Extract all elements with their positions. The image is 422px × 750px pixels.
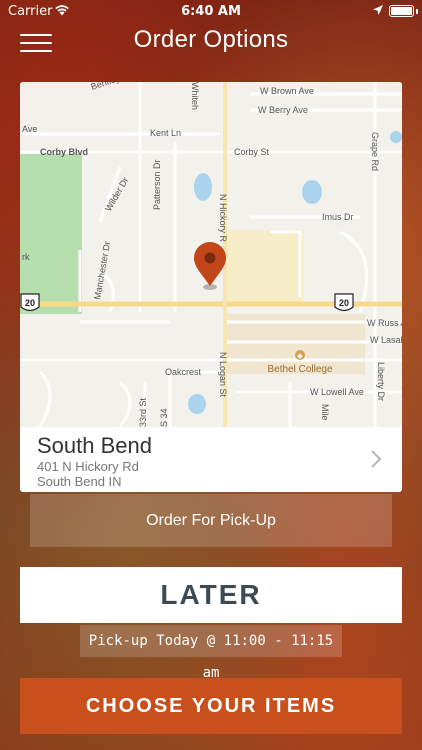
battery-icon <box>389 5 414 17</box>
store-location-row[interactable]: South Bend 401 N Hickory Rd South Bend I… <box>20 427 402 492</box>
street-n-logan-label: N Logan St <box>218 352 228 398</box>
svg-text:◆: ◆ <box>297 352 303 360</box>
street-corby-st-label: Corby St <box>234 147 270 157</box>
street-whitehall-label: Whiteh <box>190 82 200 110</box>
street-34th-label: S 34 <box>159 408 169 427</box>
street-ave-label: Ave <box>22 124 37 134</box>
route-20-right-label: 20 <box>339 298 349 308</box>
map-canvas[interactable]: Bentley Ln W Brown Ave W Berry Ave Kent … <box>20 82 402 427</box>
street-kent-label: Kent Ln <box>150 128 181 138</box>
later-button[interactable]: LATER <box>20 567 402 623</box>
street-w-lasal-label: W Lasal <box>370 335 402 345</box>
choose-your-items-button[interactable]: CHOOSE YOUR ITEMS <box>20 678 402 734</box>
street-brown-label: W Brown Ave <box>260 86 314 96</box>
route-20-left-label: 20 <box>25 298 35 308</box>
route-20-left-shield-icon: 20 <box>20 293 40 312</box>
park-label: rk <box>22 252 30 262</box>
nav-bar: Order Options <box>0 22 422 62</box>
street-patterson-label: Patterson Dr <box>152 159 162 210</box>
chevron-right-icon <box>371 450 382 468</box>
store-map[interactable]: Bentley Ln W Brown Ave W Berry Ave Kent … <box>20 82 402 427</box>
street-grape-label: Grape Rd <box>370 132 380 171</box>
store-address-line1: 401 N Hickory Rd <box>37 459 139 474</box>
street-w-lowell-label: W Lowell Ave <box>310 387 364 397</box>
page-title: Order Options <box>133 26 289 53</box>
street-oakcrest-label: Oakcrest <box>165 367 202 377</box>
status-bar: Carrier 6:40 AM <box>0 0 422 22</box>
street-w-russ-label: W Russ Av <box>367 318 402 328</box>
street-n-hickory-label: N Hickory R <box>218 194 228 243</box>
street-imus-label: Imus Dr <box>322 212 354 222</box>
route-20-right-shield-icon: 20 <box>334 293 354 312</box>
street-corby-blvd-label: Corby Blvd <box>40 147 88 157</box>
pickup-time-selector[interactable]: Pick-up Today @ 11:00 - 11:15 am <box>80 625 342 681</box>
order-for-pickup-button[interactable]: Order For Pick-Up <box>30 494 392 547</box>
store-name: South Bend <box>37 433 152 458</box>
street-33rd-label: 33rd St <box>138 397 148 427</box>
store-location-card: Bentley Ln W Brown Ave W Berry Ave Kent … <box>20 82 402 492</box>
street-berry-label: W Berry Ave <box>258 105 308 115</box>
street-liberty-label: Liberty Dr <box>376 362 386 401</box>
street-miles-label: Mile <box>320 404 330 421</box>
location-arrow-icon <box>373 5 383 15</box>
poi-bethel-label: Bethel College <box>267 364 332 375</box>
store-address-line2: South Bend IN <box>37 474 122 489</box>
battery-cap <box>416 9 418 14</box>
clock-label: 6:40 AM <box>181 4 241 19</box>
